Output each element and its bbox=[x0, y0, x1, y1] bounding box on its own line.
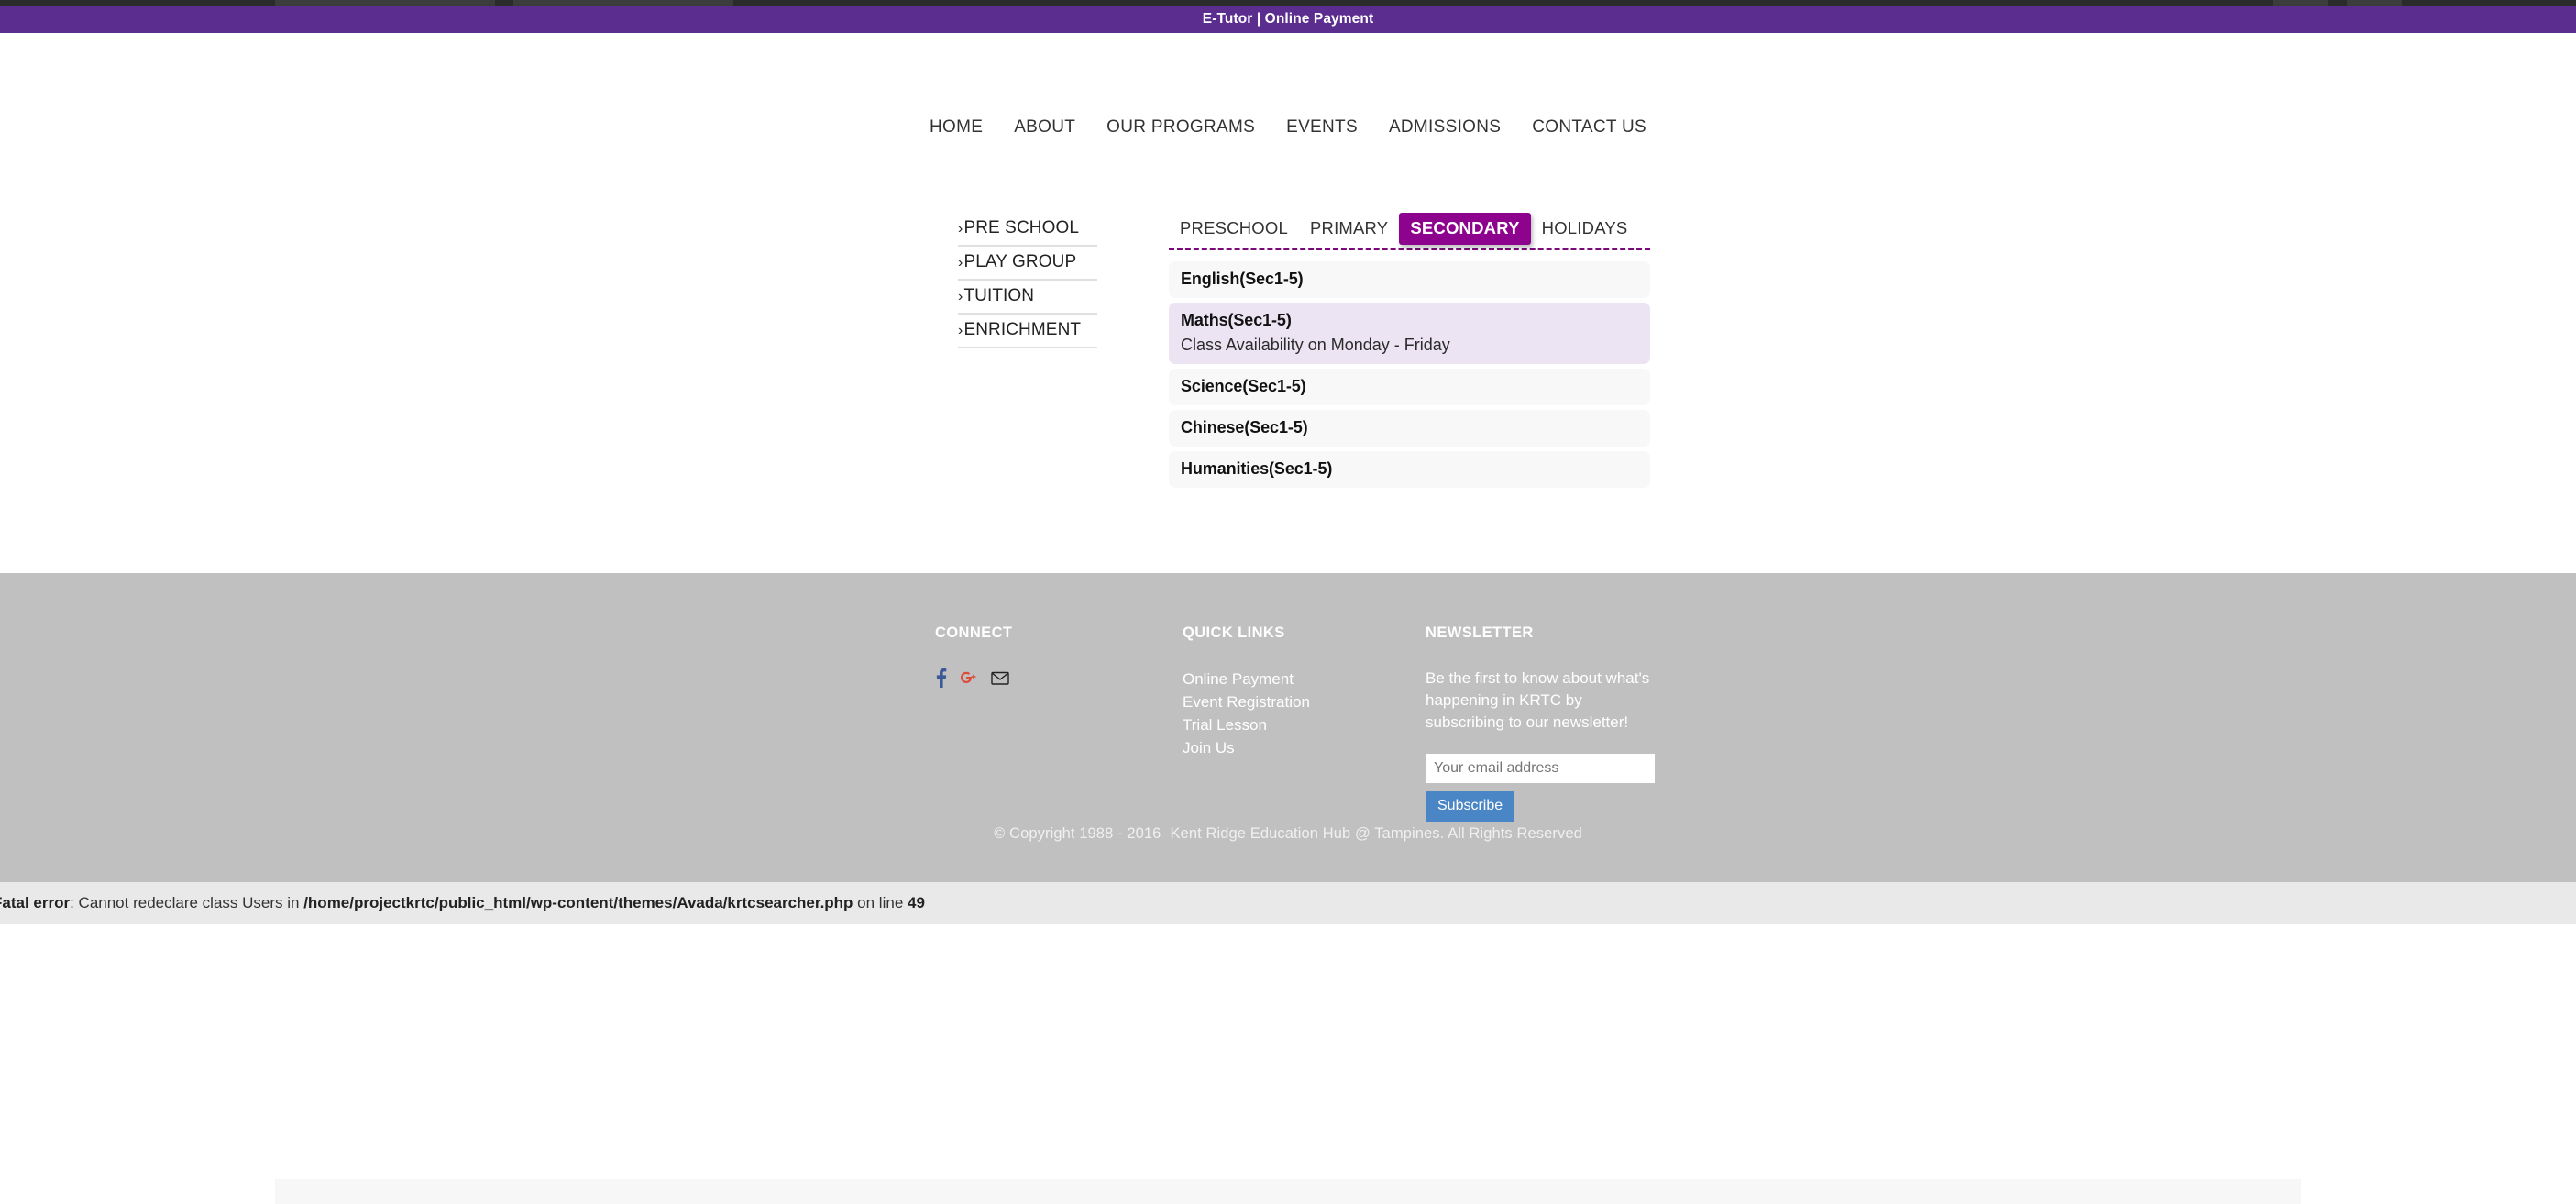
bottom-panel bbox=[275, 1179, 2301, 1204]
footer-link-trial-lesson[interactable]: Trial Lesson bbox=[1183, 713, 1426, 736]
facebook-icon[interactable] bbox=[935, 668, 947, 688]
accordion-title: Science(Sec1-5) bbox=[1181, 377, 1306, 395]
program-tab-bar: PRESCHOOL PRIMARY SECONDARY HOLIDAYS bbox=[1169, 213, 1650, 250]
copyright-years: © Copyright 1988 - 2016 bbox=[994, 825, 1161, 842]
php-error-text: : Cannot redeclare class Users in bbox=[70, 894, 304, 911]
php-error-path: /home/projectkrtc/public_html/wp-content… bbox=[303, 894, 853, 911]
footer-column-quick-links: QUICK LINKS Online Payment Event Registr… bbox=[1183, 624, 1426, 822]
tab-holidays[interactable]: HOLIDAYS bbox=[1531, 213, 1639, 245]
nav-item-contact-us[interactable]: CONTACT US bbox=[1516, 117, 1662, 138]
nav-item-our-programs[interactable]: OUR PROGRAMS bbox=[1091, 117, 1271, 138]
sidebar-item-play-group[interactable]: ›PLAY GROUP bbox=[958, 247, 1097, 281]
footer-column-newsletter: NEWSLETTER Be the first to know about wh… bbox=[1426, 624, 1655, 822]
accordion-item-chinese[interactable]: Chinese(Sec1-5) bbox=[1169, 410, 1650, 447]
tab-secondary[interactable]: SECONDARY bbox=[1399, 213, 1531, 245]
accordion-item-science[interactable]: Science(Sec1-5) bbox=[1169, 369, 1650, 405]
php-error-bar: Fatal error: Cannot redeclare class User… bbox=[0, 882, 2576, 924]
footer-columns: CONNECT QUICK LINKS Online Payment Event… bbox=[935, 624, 1655, 822]
php-error-line-prefix: on line bbox=[853, 894, 908, 911]
chevron-right-icon: › bbox=[958, 221, 963, 237]
chevron-right-icon: › bbox=[958, 323, 963, 338]
accordion-title: English(Sec1-5) bbox=[1181, 270, 1304, 288]
nav-item-home[interactable]: HOME bbox=[914, 117, 998, 138]
copyright-owner: Kent Ridge Education Hub @ Tampines. All… bbox=[1170, 825, 1582, 842]
tab-primary[interactable]: PRIMARY bbox=[1299, 213, 1399, 245]
chevron-right-icon: › bbox=[958, 255, 963, 271]
program-panel: PRESCHOOL PRIMARY SECONDARY HOLIDAYS Eng… bbox=[1169, 213, 1650, 492]
newsletter-description: Be the first to know about what's happen… bbox=[1426, 669, 1650, 731]
utility-bar: E-Tutor | Online Payment bbox=[0, 6, 2576, 33]
accordion-body: Class Availability on Monday - Friday bbox=[1181, 336, 1450, 354]
footer-link-event-registration[interactable]: Event Registration bbox=[1183, 690, 1426, 713]
nav-item-about[interactable]: ABOUT bbox=[998, 117, 1091, 138]
footer-link-online-payment[interactable]: Online Payment bbox=[1183, 668, 1426, 690]
accordion-item-maths[interactable]: Maths(Sec1-5) Class Availability on Mond… bbox=[1169, 303, 1650, 364]
google-plus-icon[interactable] bbox=[960, 670, 978, 685]
accordion-title: Maths(Sec1-5) bbox=[1181, 311, 1292, 329]
accordion-item-humanities[interactable]: Humanities(Sec1-5) bbox=[1169, 451, 1650, 488]
nav-item-events[interactable]: EVENTS bbox=[1271, 117, 1373, 138]
category-sidebar: ›PRE SCHOOL ›PLAY GROUP ›TUITION ›ENRICH… bbox=[958, 213, 1097, 348]
newsletter-email-input[interactable] bbox=[1426, 754, 1655, 783]
sidebar-item-label: TUITION bbox=[963, 286, 1035, 305]
tab-preschool[interactable]: PRESCHOOL bbox=[1169, 213, 1299, 245]
page-canvas: HOME ABOUT OUR PROGRAMS EVENTS ADMISSION… bbox=[0, 33, 2576, 1204]
footer-heading-connect: CONNECT bbox=[935, 624, 1013, 641]
footer-heading-quick-links: QUICK LINKS bbox=[1183, 624, 1285, 641]
main-navigation: HOME ABOUT OUR PROGRAMS EVENTS ADMISSION… bbox=[0, 117, 2576, 138]
accordion-title: Humanities(Sec1-5) bbox=[1181, 459, 1333, 478]
php-error-message: Fatal error: Cannot redeclare class User… bbox=[0, 894, 925, 912]
newsletter-subscribe-button[interactable]: Subscribe bbox=[1426, 791, 1515, 822]
sidebar-item-pre-school[interactable]: ›PRE SCHOOL bbox=[958, 213, 1097, 247]
footer-column-connect: CONNECT bbox=[935, 624, 1183, 822]
footer-heading-newsletter: NEWSLETTER bbox=[1426, 624, 1534, 641]
accordion-item-english[interactable]: English(Sec1-5) bbox=[1169, 261, 1650, 298]
nav-item-admissions[interactable]: ADMISSIONS bbox=[1373, 117, 1516, 138]
social-links bbox=[935, 668, 1183, 688]
php-error-line-number: 49 bbox=[908, 894, 925, 911]
subject-accordion: English(Sec1-5) Maths(Sec1-5) Class Avai… bbox=[1169, 261, 1650, 488]
accordion-title: Chinese(Sec1-5) bbox=[1181, 418, 1308, 436]
chevron-right-icon: › bbox=[958, 289, 963, 304]
sidebar-item-label: PLAY GROUP bbox=[963, 252, 1077, 271]
footer-link-join-us[interactable]: Join Us bbox=[1183, 736, 1426, 759]
email-icon[interactable] bbox=[991, 671, 1009, 685]
etutor-online-payment-link[interactable]: E-Tutor | Online Payment bbox=[1203, 11, 1373, 28]
php-error-label: Fatal error bbox=[0, 894, 71, 911]
sidebar-item-label: PRE SCHOOL bbox=[963, 218, 1080, 237]
sidebar-item-enrichment[interactable]: ›ENRICHMENT bbox=[958, 315, 1097, 348]
copyright-notice: © Copyright 1988 - 2016 Kent Ridge Educat… bbox=[0, 825, 2576, 843]
sidebar-item-label: ENRICHMENT bbox=[963, 320, 1082, 339]
site-footer: CONNECT QUICK LINKS Online Payment Event… bbox=[0, 573, 2576, 882]
sidebar-item-tuition[interactable]: ›TUITION bbox=[958, 281, 1097, 315]
